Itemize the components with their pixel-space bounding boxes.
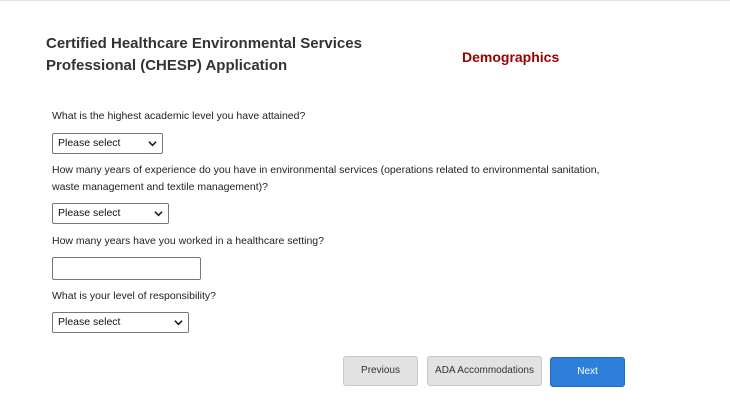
question-academic-level-label: What is the highest academic level you h…: [52, 110, 306, 122]
ada-accommodations-button[interactable]: ADA Accommodations: [427, 356, 542, 386]
application-page: Certified Healthcare Environmental Servi…: [0, 0, 730, 414]
responsibility-level-select-value: Please select: [58, 316, 121, 328]
page-title-line-2: Professional (CHESP) Application: [46, 57, 288, 74]
academic-level-select[interactable]: Please select: [52, 133, 163, 154]
chevron-down-icon: [174, 320, 183, 326]
es-experience-select[interactable]: Please select: [52, 203, 169, 224]
page-title-line-1: Certified Healthcare Environmental Servi…: [46, 35, 362, 52]
chevron-down-icon: [148, 141, 157, 147]
next-button[interactable]: Next: [550, 357, 625, 387]
chevron-down-icon: [154, 211, 163, 217]
question-es-experience-label: How many years of experience do you have…: [52, 164, 600, 193]
question-healthcare-years-label: How many years have you worked in a heal…: [52, 235, 324, 247]
page-title: Certified Healthcare Environmental Servi…: [46, 33, 406, 77]
healthcare-years-input[interactable]: [52, 257, 201, 280]
responsibility-level-select[interactable]: Please select: [52, 312, 189, 333]
es-experience-select-value: Please select: [58, 207, 121, 219]
section-title: Demographics: [462, 49, 560, 65]
previous-button[interactable]: Previous: [343, 356, 418, 386]
academic-level-select-value: Please select: [58, 137, 121, 149]
question-responsibility-label: What is your level of responsibility?: [52, 290, 216, 302]
